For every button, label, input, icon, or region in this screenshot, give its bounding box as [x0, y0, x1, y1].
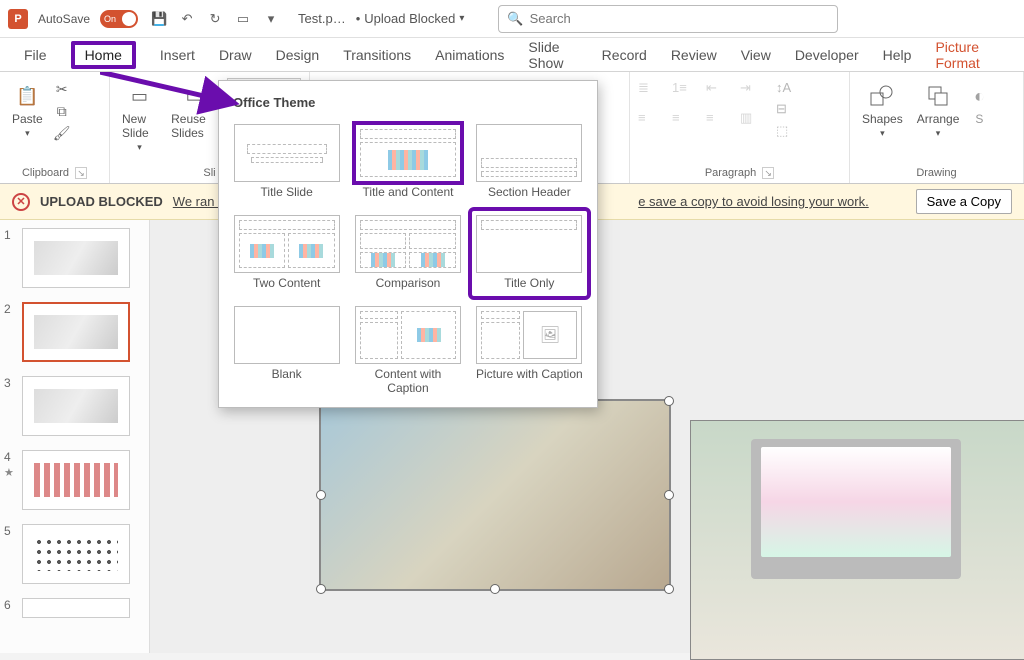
reuse-slides-icon: ▭: [180, 82, 208, 110]
reuse-slides-button[interactable]: ▭ Reuse Slides: [167, 80, 221, 142]
qat-more-icon[interactable]: ▾: [260, 8, 282, 30]
title-upload-status[interactable]: • Upload Blocked ▾: [356, 11, 465, 26]
quick-access-toolbar: 💾 ↶ ↻ ▭ ▾: [148, 8, 282, 30]
search-box[interactable]: 🔍: [498, 5, 838, 33]
paste-icon: 📋: [13, 82, 41, 110]
drawing-group-label: Drawing: [916, 167, 956, 179]
upload-blocked-text-right[interactable]: e save a copy to avoid losing your work.: [638, 194, 869, 209]
align-center-icon[interactable]: ≡: [672, 110, 696, 134]
redo-icon[interactable]: ↻: [204, 8, 226, 30]
arrange-button[interactable]: Arrange▾: [913, 80, 964, 141]
layout-title-slide[interactable]: Title Slide: [229, 120, 344, 205]
layout-panel-title: Office Theme: [219, 89, 597, 120]
layout-picture-with-caption[interactable]: 🖼 Picture with Caption: [472, 302, 587, 400]
save-icon[interactable]: 💾: [148, 8, 170, 30]
filename[interactable]: Test.p…: [298, 11, 346, 26]
bullets-icon[interactable]: ≣: [638, 80, 662, 104]
arrange-icon: [924, 82, 952, 110]
group-drawing: Shapes▾ Arrange▾ ◐ S Drawing: [850, 72, 1024, 183]
align-text-icon[interactable]: ⊟: [776, 101, 791, 117]
text-direction-icon[interactable]: ↕A: [776, 80, 791, 95]
error-icon: ✕: [12, 193, 30, 211]
thumbnail-2[interactable]: 2: [4, 302, 145, 362]
picture-right[interactable]: [690, 420, 1024, 660]
from-beginning-icon[interactable]: ▭: [232, 8, 254, 30]
tab-design[interactable]: Design: [264, 41, 332, 69]
paragraph-group-label: Paragraph: [705, 167, 756, 179]
layout-title-and-content[interactable]: Title and Content: [350, 120, 465, 205]
layout-content-with-caption[interactable]: Content with Caption: [350, 302, 465, 400]
save-a-copy-button[interactable]: Save a Copy: [916, 189, 1012, 214]
tab-view[interactable]: View: [729, 41, 783, 69]
new-slide-icon: ▭: [126, 82, 154, 110]
quick-styles-button[interactable]: ◐ S: [969, 80, 989, 128]
ribbon-tabs: File Home Insert Draw Design Transitions…: [0, 38, 1024, 72]
tab-help[interactable]: Help: [871, 41, 924, 69]
align-left-icon[interactable]: ≡: [638, 110, 662, 134]
sel-handle-r[interactable]: [664, 490, 674, 500]
layout-two-content[interactable]: Two Content: [229, 211, 344, 296]
group-clipboard: 📋 Paste ▾ ✂ ⧉ 🖌 Clipboard ↘: [0, 72, 110, 183]
smartart-icon[interactable]: ⬚: [776, 123, 791, 139]
clipboard-dialog-launcher[interactable]: ↘: [75, 167, 87, 179]
thumbnail-3[interactable]: 3: [4, 376, 145, 436]
tab-slide-show[interactable]: Slide Show: [516, 33, 589, 77]
group-paragraph: ≣ 1≡ ⇤ ⇥ ≡ ≡ ≡ ▥ ↕A ⊟ ⬚ Paragraph ↘: [630, 72, 850, 183]
thumbnail-5[interactable]: 5: [4, 524, 145, 584]
tab-review[interactable]: Review: [659, 41, 729, 69]
sel-handle-bl[interactable]: [316, 584, 326, 594]
layout-section-header[interactable]: Section Header: [472, 120, 587, 205]
tab-developer[interactable]: Developer: [783, 41, 871, 69]
search-icon: 🔍: [507, 11, 523, 27]
animation-star-icon: ★: [4, 466, 18, 479]
autosave-toggle[interactable]: On: [100, 10, 138, 28]
tab-transitions[interactable]: Transitions: [331, 41, 423, 69]
slides-group-label: Sli: [203, 167, 215, 179]
new-slide-button[interactable]: ▭ New Slide ▾: [118, 80, 161, 155]
cut-icon[interactable]: ✂: [53, 80, 71, 98]
layout-comparison[interactable]: Comparison: [350, 211, 465, 296]
paragraph-dialog-launcher[interactable]: ↘: [762, 167, 774, 179]
align-right-icon[interactable]: ≡: [706, 110, 730, 134]
app-icon: P: [8, 9, 28, 29]
columns-icon[interactable]: ▥: [740, 110, 764, 134]
tab-picture-format[interactable]: Picture Format: [923, 33, 1012, 77]
search-input[interactable]: [530, 11, 830, 26]
sel-handle-b[interactable]: [490, 584, 500, 594]
sel-handle-br[interactable]: [664, 584, 674, 594]
tab-insert[interactable]: Insert: [148, 41, 207, 69]
autosave-label: AutoSave: [38, 12, 90, 26]
clipboard-group-label: Clipboard: [22, 167, 69, 179]
tab-draw[interactable]: Draw: [207, 41, 264, 69]
undo-icon[interactable]: ↶: [176, 8, 198, 30]
thumbnail-4[interactable]: 4★: [4, 450, 145, 510]
tab-animations[interactable]: Animations: [423, 41, 516, 69]
decrease-indent-icon[interactable]: ⇤: [706, 80, 730, 104]
title-bar: P AutoSave On 💾 ↶ ↻ ▭ ▾ Test.p… • Upload…: [0, 0, 1024, 38]
upload-blocked-title: UPLOAD BLOCKED: [40, 194, 163, 209]
format-painter-icon[interactable]: 🖌: [53, 124, 71, 142]
layout-dropdown-panel: Office Theme Title Slide Title and Conte…: [218, 80, 598, 408]
increase-indent-icon[interactable]: ⇥: [740, 80, 764, 104]
sel-handle-tr[interactable]: [664, 396, 674, 406]
picture-left[interactable]: [320, 400, 670, 590]
thumbnail-6[interactable]: 6: [4, 598, 145, 618]
copy-icon[interactable]: ⧉: [53, 102, 71, 120]
paste-button[interactable]: 📋 Paste ▾: [8, 80, 47, 141]
shapes-button[interactable]: Shapes▾: [858, 80, 907, 141]
thumbnail-1[interactable]: 1: [4, 228, 145, 288]
numbering-icon[interactable]: 1≡: [672, 80, 696, 104]
layout-blank[interactable]: Blank: [229, 302, 344, 400]
layout-title-only[interactable]: Title Only: [472, 211, 587, 296]
tab-file[interactable]: File: [12, 41, 59, 69]
sel-handle-l[interactable]: [316, 490, 326, 500]
tab-home[interactable]: Home: [59, 41, 148, 69]
thumbnail-pane[interactable]: 1 2 3 4★ 5 6: [0, 220, 150, 653]
shapes-icon: [868, 82, 896, 110]
styles-icon: ◐: [969, 82, 989, 110]
tab-record[interactable]: Record: [590, 41, 659, 69]
